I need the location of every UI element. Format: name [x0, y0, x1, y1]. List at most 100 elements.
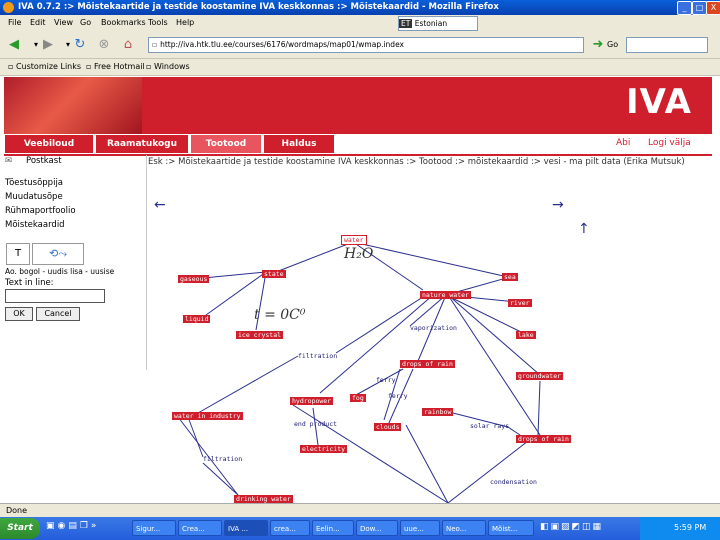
system-tray: 5:59 PM [640, 517, 720, 540]
ok-button[interactable]: OK [5, 307, 33, 321]
task-button-8[interactable]: Neo... [442, 520, 486, 536]
formula-h2o: H₂O [344, 246, 374, 262]
menu-file[interactable]: File [8, 18, 21, 27]
back-icon[interactable]: ◀ [6, 37, 22, 53]
text-in-line-input[interactable] [5, 289, 105, 303]
quick-launch-icons[interactable]: ▣◉▤❐» [46, 521, 126, 535]
start-button[interactable]: Start [0, 518, 40, 539]
close-button[interactable]: X [706, 1, 720, 15]
node-water-in-industry[interactable]: water in industry [172, 412, 243, 420]
node-water[interactable]: water [341, 235, 367, 245]
clock: 5:59 PM [674, 523, 707, 532]
node-hydropower[interactable]: hydropower [290, 397, 334, 405]
concept-map: water H₂O gaseous state liquid t = 0C⁰ i… [148, 195, 712, 503]
node-filtration[interactable]: filtration [298, 352, 337, 360]
node-rainbow[interactable]: rainbow [422, 408, 454, 416]
window-title-bar: IVA 0.7.2 :> Mõistekaartide ja testide k… [0, 0, 720, 15]
node-drops[interactable]: drops of rain [400, 360, 455, 368]
menu-edit[interactable]: Edit [30, 18, 46, 27]
bookmark-customize-links[interactable]: ▫ Customize Links [8, 62, 81, 71]
node-fog[interactable]: fog [350, 394, 366, 402]
search-engine-label: Estonian [414, 19, 448, 28]
task-button-3[interactable]: IVA ... [224, 520, 268, 536]
tab-haldus[interactable]: Haldus [263, 134, 335, 154]
sidebar-item-ruhmaportfoolio[interactable]: Rühmaportfoolio [5, 206, 76, 216]
task-button-4[interactable]: crea... [270, 520, 310, 536]
task-button-6[interactable]: Dow... [356, 520, 398, 536]
go-icon[interactable]: ➜ [590, 37, 606, 53]
banner-photo [4, 77, 142, 134]
sidebar-item-toestusoppija[interactable]: Tõestusõppija [5, 178, 63, 188]
text-tool-icon[interactable]: T [6, 243, 30, 265]
search-engine-box[interactable]: ET Estonian [398, 16, 478, 31]
status-text: Done [6, 506, 28, 515]
site-navigation: Veebiloud Raamatukogu Tootood Haldus Abi… [4, 134, 712, 156]
firefox-icon [3, 2, 14, 13]
search-input[interactable] [626, 37, 708, 53]
edge-label-condensation: condensation [490, 478, 537, 486]
maximize-button[interactable]: □ [692, 1, 707, 15]
taskbar: Start ▣◉▤❐» Sigur... Crea... IVA ... cre… [0, 517, 720, 540]
task-button-7[interactable]: uue... [400, 520, 440, 536]
menu-help[interactable]: Help [176, 18, 194, 27]
sidebar-item-postkast[interactable]: Postkast [26, 156, 62, 166]
home-icon[interactable]: ⌂ [120, 37, 136, 53]
menu-bar: File Edit View Go Bookmarks Tools Help E… [0, 15, 720, 32]
node-vaporization[interactable]: vaporization [410, 324, 457, 332]
task-button-1[interactable]: Sigur... [132, 520, 176, 536]
formula-temperature: t = 0C⁰ [254, 307, 306, 323]
bookmark-free-hotmail[interactable]: ▫ Free Hotmail [86, 62, 145, 71]
sidebar-item-muudatusope[interactable]: Muudatusõpe [5, 192, 63, 202]
menu-tools[interactable]: Tools [148, 18, 168, 27]
minimize-button[interactable]: _ [677, 1, 692, 15]
search-engine-icon: ET [399, 19, 413, 28]
tab-veebiloud[interactable]: Veebiloud [4, 134, 94, 154]
node-clouds[interactable]: clouds [374, 423, 402, 431]
tab-raamatukogu[interactable]: Raamatukogu [95, 134, 189, 154]
node-groundwater[interactable]: groundwater [516, 372, 564, 380]
node-ice-crystal[interactable]: ice crystal [236, 331, 284, 339]
task-button-2[interactable]: Crea... [178, 520, 222, 536]
node-sea[interactable]: sea [502, 273, 518, 281]
bookmark-windows[interactable]: ▫ Windows [146, 62, 190, 71]
node-lake[interactable]: lake [516, 331, 536, 339]
task-button-5[interactable]: Eelin... [312, 520, 354, 536]
editor-label: Ao. bogol - uudis lisa - uusise [5, 267, 115, 276]
url-input[interactable]: ▫ http://iva.htk.tlu.ee/courses/6176/word… [148, 37, 584, 53]
breadcrumb: Esk :> Mõistekaartide ja testide koostam… [148, 157, 685, 167]
node-liquid[interactable]: liquid [183, 315, 211, 323]
forward-icon[interactable]: ▶ [40, 37, 56, 53]
node-nature-water[interactable]: nature water [420, 291, 471, 299]
node-river[interactable]: river [508, 299, 532, 307]
sidebar-item-moistekaardid[interactable]: Mõistekaardid [5, 220, 65, 230]
task-button-9[interactable]: Mõist... [488, 520, 534, 536]
logout-link[interactable]: Logi välja [648, 138, 691, 148]
cancel-button[interactable]: Cancel [36, 307, 80, 321]
window-title: IVA 0.7.2 :> Mõistekaartide ja testide k… [18, 2, 499, 12]
node-gaseous[interactable]: gaseous [178, 275, 210, 283]
page-icon: ▫ [152, 40, 158, 49]
stop-icon[interactable]: ⊗ [96, 37, 112, 53]
link-tool-icon[interactable]: ⟲⤳ [32, 243, 84, 265]
tab-tootood[interactable]: Tootood [190, 134, 262, 154]
navigation-toolbar: ◀ ▾ ▶ ▾ ↻ ⊗ ⌂ ▫ http://iva.htk.tlu.ee/cou… [0, 32, 720, 59]
menu-go[interactable]: Go [80, 18, 91, 27]
arrow-right-icon[interactable]: → [552, 197, 564, 213]
menu-bookmarks[interactable]: Bookmarks [101, 18, 146, 27]
edge-label-end-product: end product [294, 420, 338, 428]
arrow-left-icon[interactable]: ← [154, 197, 166, 213]
go-button[interactable]: Go [607, 40, 618, 49]
arrow-up-icon[interactable]: ↑ [578, 221, 590, 237]
url-text: http://iva.htk.tlu.ee/courses/6176/wordm… [160, 40, 404, 49]
help-link[interactable]: Abi [616, 138, 630, 148]
node-drops-of-rain[interactable]: drops of rain [516, 435, 571, 443]
node-state[interactable]: state [262, 270, 286, 278]
menu-view[interactable]: View [54, 18, 73, 27]
node-filtration-2[interactable]: filtration [203, 455, 242, 463]
node-electricity[interactable]: electricity [300, 445, 348, 453]
bookmarks-bar: ▫ Customize Links ▫ Free Hotmail ▫ Windo… [0, 59, 720, 76]
iva-logo: IVA [626, 82, 692, 122]
node-drinking-water[interactable]: drinking water [234, 495, 293, 503]
reload-icon[interactable]: ↻ [72, 37, 88, 53]
system-tray-icons[interactable]: ◧▣▨◩◫▦ [540, 522, 603, 532]
